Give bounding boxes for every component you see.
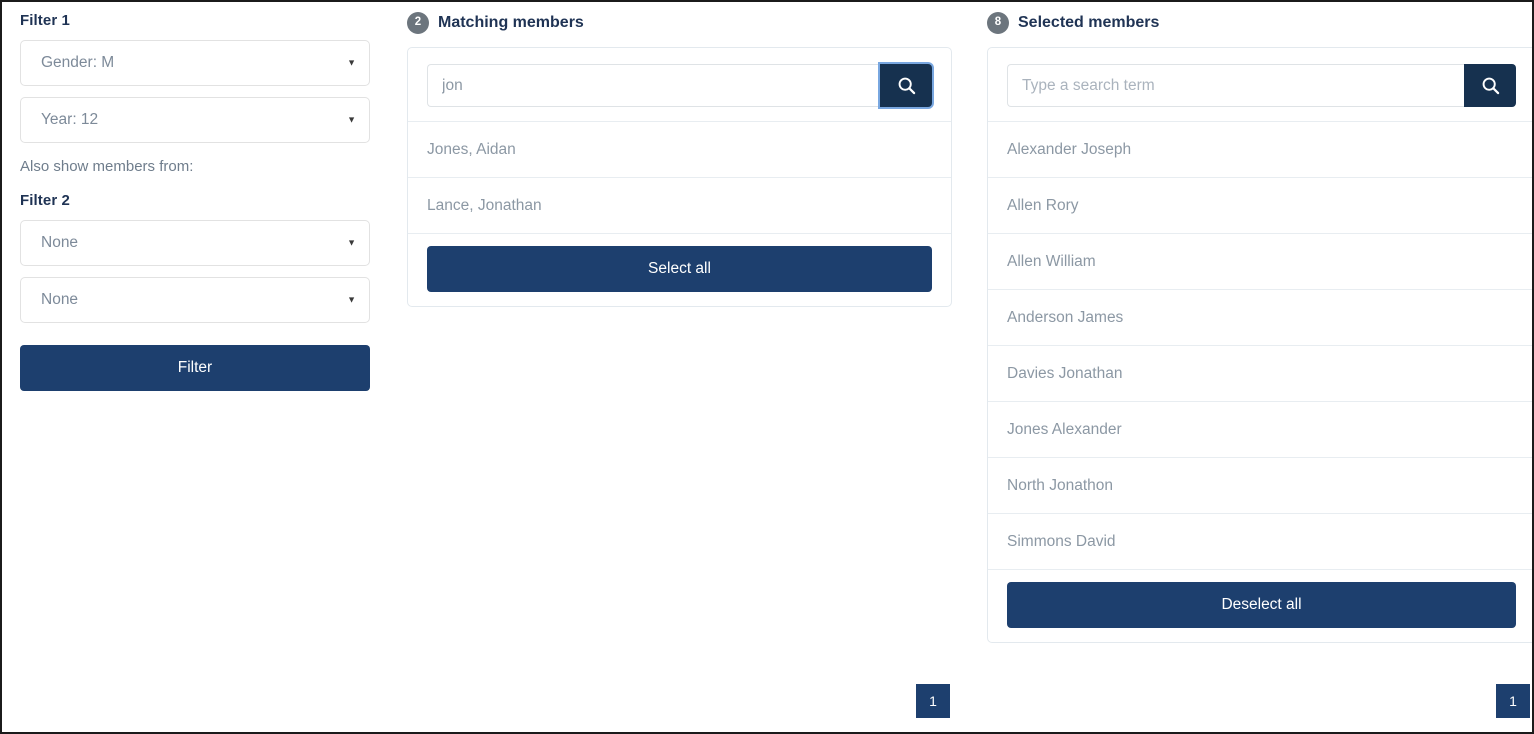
list-item-label: Alexander Joseph: [1007, 140, 1132, 158]
selected-members-footer: Deselect all: [988, 569, 1532, 642]
list-item-label: Lance, Jonathan: [427, 196, 542, 214]
chevron-down-icon: ▼: [347, 114, 356, 125]
matching-members-title: 2 Matching members: [407, 12, 952, 34]
search-icon: [897, 76, 916, 95]
filter2-first-select-value: None: [41, 234, 79, 251]
list-item-label: North Jonathon: [1007, 476, 1113, 494]
list-item-label: Allen Rory: [1007, 196, 1079, 214]
matching-search-input[interactable]: [427, 64, 880, 107]
list-item[interactable]: Jones, Aidan: [408, 121, 951, 177]
list-item-label: Jones Alexander: [1007, 420, 1122, 438]
list-item[interactable]: Allen Rory: [988, 177, 1532, 233]
list-item-label: Allen William: [1007, 252, 1096, 270]
matching-members-title-text: Matching members: [438, 14, 584, 31]
list-item[interactable]: North Jonathon: [988, 457, 1532, 513]
selected-members-title-text: Selected members: [1018, 14, 1160, 31]
list-item[interactable]: Lance, Jonathan: [408, 177, 951, 233]
list-item-label: Simmons David: [1007, 532, 1116, 550]
search-icon: [1481, 76, 1500, 95]
list-item[interactable]: Allen William: [988, 233, 1532, 289]
chevron-down-icon: ▼: [347, 237, 356, 248]
list-item[interactable]: Anderson James: [988, 289, 1532, 345]
list-item[interactable]: Alexander Joseph: [988, 121, 1532, 177]
matching-members-card: Jones, Aidan Lance, Jonathan Select all: [407, 47, 952, 307]
filter-button[interactable]: Filter: [20, 345, 370, 391]
filter2-second-select[interactable]: None ▼: [20, 277, 370, 323]
filter1-year-select[interactable]: Year: 12 ▼: [20, 97, 370, 143]
list-item-label: Jones, Aidan: [427, 140, 516, 158]
list-item[interactable]: Davies Jonathan: [988, 345, 1532, 401]
list-item-label: Anderson James: [1007, 308, 1124, 326]
filter1-year-select-value: Year: 12: [41, 111, 99, 128]
filter1-heading: Filter 1: [20, 12, 70, 29]
matching-members-count-badge: 2: [407, 12, 429, 34]
selected-members-title: 8 Selected members: [987, 12, 1532, 34]
chevron-down-icon: ▼: [347, 294, 356, 305]
select-all-button[interactable]: Select all: [427, 246, 932, 292]
filter1-gender-select[interactable]: Gender: M ▼: [20, 40, 370, 86]
list-item[interactable]: Jones Alexander: [988, 401, 1532, 457]
matching-pagination-page-1[interactable]: 1: [916, 684, 950, 718]
filter1-gender-select-value: Gender: M: [41, 54, 115, 71]
selected-search-button[interactable]: [1464, 64, 1516, 107]
selected-search-input[interactable]: [1007, 64, 1464, 107]
selected-pagination-page-1[interactable]: 1: [1496, 684, 1530, 718]
matching-members-list: Jones, Aidan Lance, Jonathan: [408, 121, 951, 233]
selected-members-count-badge: 8: [987, 12, 1009, 34]
list-item[interactable]: Simmons David: [988, 513, 1532, 569]
selected-members-card: Alexander Joseph Allen Rory Allen Willia…: [987, 47, 1532, 643]
selected-search-row: [988, 48, 1532, 121]
selected-members-panel: 8 Selected members Alexander Joseph: [987, 12, 1532, 643]
matching-search-row: [408, 48, 951, 121]
matching-members-panel: 2 Matching members Jones, Aidan: [407, 12, 952, 307]
matching-members-footer: Select all: [408, 233, 951, 306]
matching-search-button[interactable]: [880, 64, 932, 107]
member-selector-page: Filter 1 Gender: M ▼ Year: 12 ▼ Also sho…: [0, 0, 1534, 734]
chevron-down-icon: ▼: [347, 57, 356, 68]
filter2-first-select[interactable]: None ▼: [20, 220, 370, 266]
filter2-heading: Filter 2: [20, 192, 70, 209]
selected-members-list: Alexander Joseph Allen Rory Allen Willia…: [988, 121, 1532, 569]
list-item-label: Davies Jonathan: [1007, 364, 1123, 382]
filter-panel: Filter 1 Gender: M ▼ Year: 12 ▼ Also sho…: [20, 12, 372, 391]
deselect-all-button[interactable]: Deselect all: [1007, 582, 1516, 628]
filter2-second-select-value: None: [41, 291, 79, 308]
also-show-members-label: Also show members from:: [20, 158, 194, 175]
